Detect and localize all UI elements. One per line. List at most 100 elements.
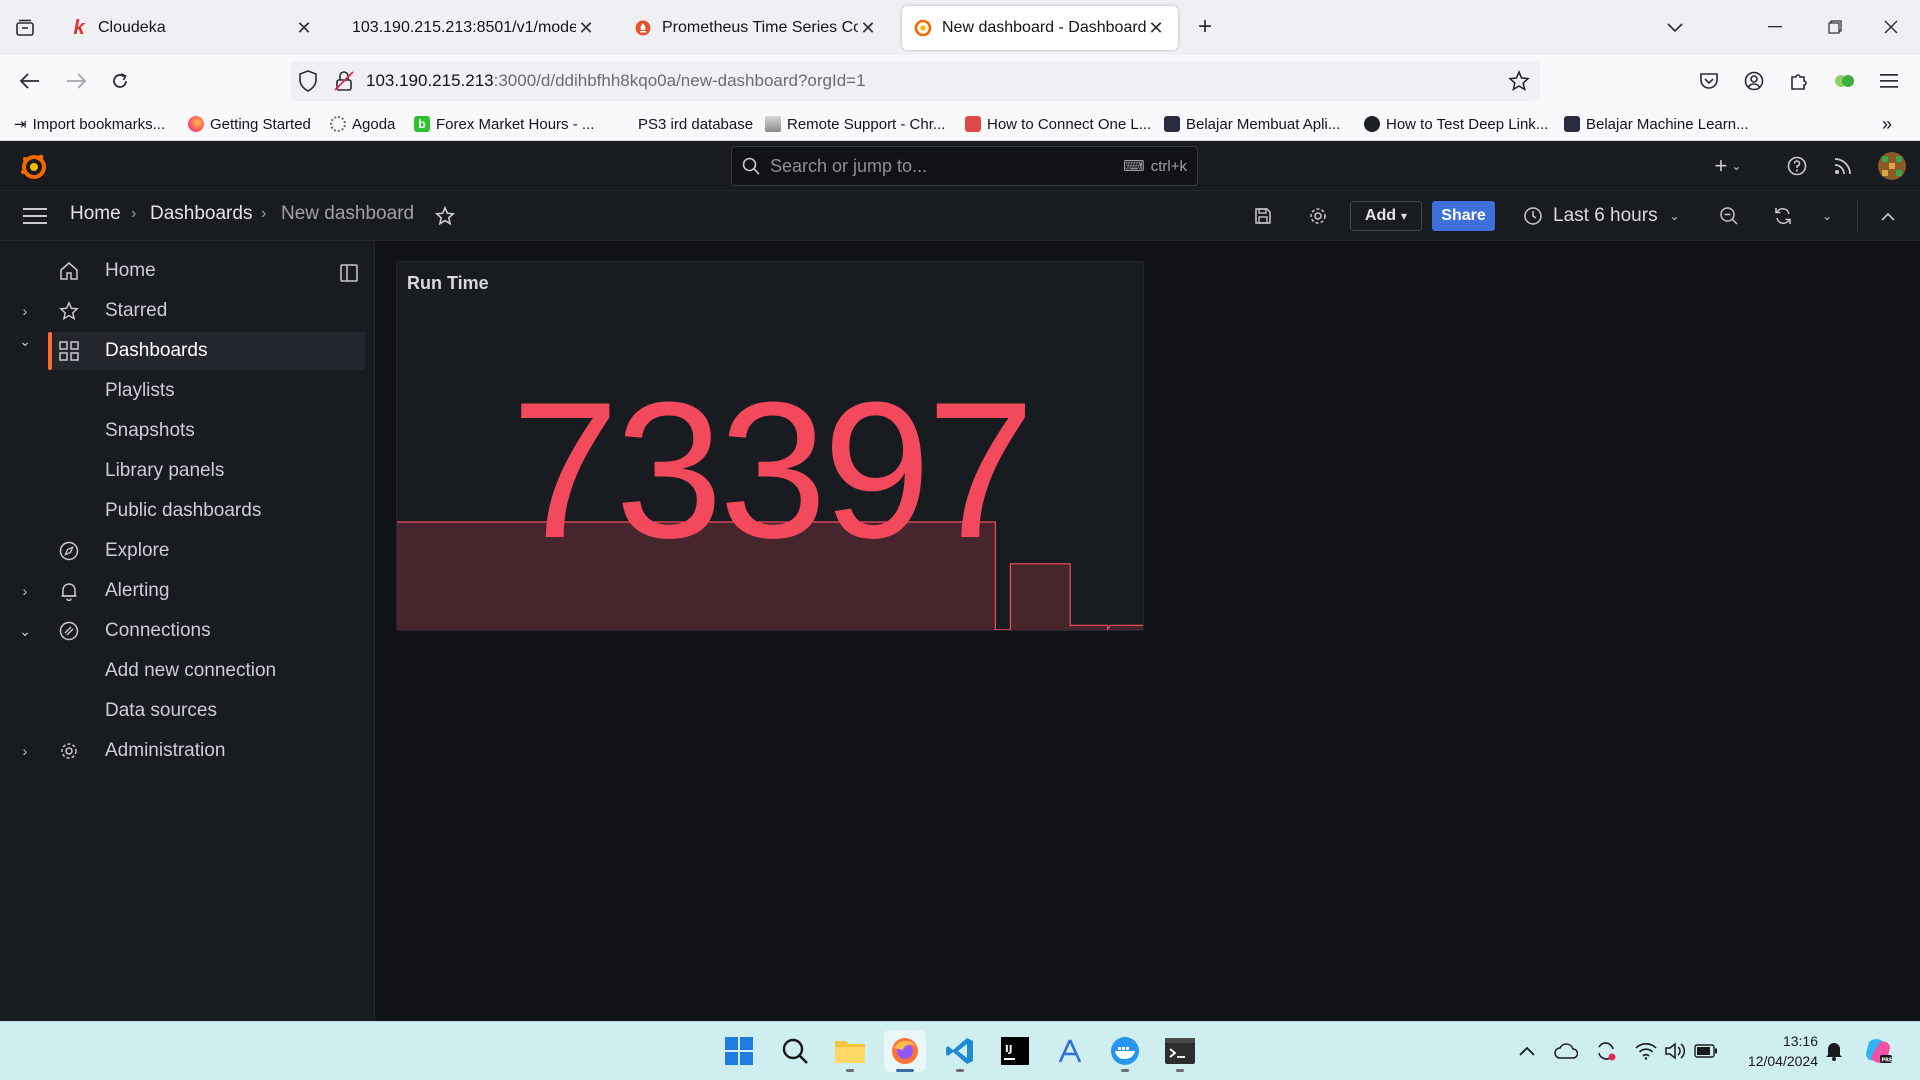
gear-icon [58, 740, 80, 762]
browser-tab-prometheus[interactable]: Prometheus Time Series Collect ✕ [622, 6, 890, 50]
bookmark-remote-support[interactable]: Remote Support - Chr... [765, 113, 945, 135]
windows-start-icon[interactable] [718, 1030, 760, 1072]
bookmark-import[interactable]: ⇥ Import bookmarks... [14, 113, 165, 135]
copilot-icon[interactable]: PRE [1858, 1030, 1898, 1072]
app-menu-icon[interactable] [1874, 66, 1904, 96]
insecure-lock-icon[interactable] [334, 70, 354, 97]
sidebar-item-connections[interactable]: ⌄ Connections [0, 612, 365, 650]
tracking-shield-icon[interactable] [298, 70, 318, 97]
onedrive-cloud-icon[interactable] [1546, 1030, 1586, 1072]
refresh-icon[interactable] [1770, 203, 1796, 229]
intellij-icon[interactable]: IJ [994, 1030, 1036, 1072]
close-icon[interactable]: ✕ [858, 18, 878, 39]
sidebar-item-library-panels[interactable]: Library panels [0, 452, 365, 490]
time-range-picker[interactable]: Last 6 hours ⌄ [1523, 203, 1693, 229]
bookmark-forex[interactable]: b Forex Market Hours - ... [414, 113, 594, 135]
sidebar-item-snapshots[interactable]: Snapshots [0, 412, 365, 450]
search-input[interactable]: Search or jump to... ⌨ ctrl+k [731, 146, 1198, 186]
help-icon[interactable] [1784, 153, 1810, 179]
new-tab-button[interactable]: + [1190, 12, 1220, 42]
sync-icon[interactable] [1586, 1030, 1626, 1072]
sidebar-item-label: Starred [105, 300, 168, 321]
vscode-icon[interactable] [939, 1030, 981, 1072]
docker-icon[interactable] [1104, 1030, 1146, 1072]
close-icon[interactable]: ✕ [576, 18, 596, 39]
zoom-out-icon[interactable] [1716, 203, 1742, 229]
show-hidden-icons-chevron-icon[interactable] [1506, 1030, 1548, 1072]
minimize-window-icon[interactable] [1760, 12, 1790, 42]
refresh-interval-chevron-icon[interactable]: ⌄ [1814, 203, 1840, 229]
tab-overview-icon[interactable] [10, 14, 40, 42]
close-window-icon[interactable] [1876, 12, 1906, 42]
notifications-bell-icon[interactable] [1816, 1030, 1852, 1072]
browser-tab-model[interactable]: 103.190.215.213:8501/v1/models/re ✕ [340, 6, 608, 50]
sidebar-item-add-new-connection[interactable]: Add new connection [0, 652, 365, 690]
sidebar-item-home[interactable]: Home [0, 252, 365, 290]
clock-time: 13:16 [1782, 1033, 1818, 1049]
grafana-logo-icon[interactable] [18, 151, 50, 183]
taskbar-clock[interactable]: 13:16 12/04/2024 [1738, 1031, 1818, 1071]
chevron-right-icon[interactable]: › [16, 583, 34, 599]
close-icon[interactable]: ✕ [1146, 18, 1166, 39]
list-all-tabs-icon[interactable] [1660, 14, 1690, 42]
bookmark-belajar-membuat[interactable]: Belajar Membuat Apli... [1164, 113, 1340, 135]
url-bar[interactable]: 103.190.215.213:3000/d/ddihbfhh8kqo0a/ne… [290, 61, 1540, 101]
chevron-down-icon[interactable]: ⌄ [16, 623, 34, 640]
sidebar-item-dashboards[interactable]: Dashboards [48, 332, 365, 370]
sidebar-item-data-sources[interactable]: Data sources [0, 692, 365, 730]
bookmark-label: Import bookmarks... [32, 115, 166, 133]
bookmark-belajar-ml[interactable]: Belajar Machine Learn... [1564, 113, 1749, 135]
bookmark-how-to-connect[interactable]: How to Connect One L... [965, 113, 1151, 135]
search-icon[interactable] [774, 1030, 816, 1072]
close-icon[interactable]: ✕ [294, 18, 314, 39]
dashboard-settings-gear-icon[interactable] [1305, 203, 1331, 229]
running-indicator [896, 1069, 914, 1072]
breadcrumb-home[interactable]: Home [70, 203, 121, 225]
breadcrumb-dashboards[interactable]: Dashboards [150, 203, 252, 225]
browser-tab-cloudeka[interactable]: k Cloudeka ✕ [58, 6, 326, 50]
bookmark-getting-started[interactable]: Getting Started [188, 113, 311, 135]
account-icon[interactable] [1739, 66, 1769, 96]
sidebar-item-explore[interactable]: Explore [0, 532, 365, 570]
sidebar-item-alerting[interactable]: › Alerting [0, 572, 365, 610]
collapse-chevron-up-icon[interactable] [1875, 203, 1901, 229]
browser-tab-grafana[interactable]: New dashboard - Dashboards - ✕ [902, 6, 1178, 50]
file-explorer-icon[interactable] [829, 1030, 871, 1072]
extensions-icon[interactable] [1784, 66, 1814, 96]
share-button[interactable]: Share [1432, 201, 1495, 231]
favorite-star-icon[interactable] [432, 203, 458, 229]
battery-icon[interactable] [1688, 1030, 1724, 1072]
sidebar-item-public-dashboards[interactable]: Public dashboards [0, 492, 365, 530]
back-arrow-icon[interactable] [14, 66, 46, 96]
news-feed-icon[interactable] [1830, 153, 1856, 179]
more-bookmarks-chevron-icon[interactable]: » [1882, 113, 1892, 135]
sidebar-item-starred[interactable]: › Starred [0, 292, 365, 330]
new-plus-icon[interactable]: + ⌄ [1706, 153, 1750, 179]
pocket-icon[interactable] [1694, 66, 1724, 96]
sidebar-item-playlists[interactable]: Playlists [0, 372, 365, 410]
app-store-icon[interactable] [1049, 1030, 1091, 1072]
search-icon [742, 157, 760, 175]
chevron-right-icon[interactable]: › [16, 303, 34, 319]
menu-hamburger-icon[interactable] [20, 203, 50, 229]
forward-arrow-icon[interactable] [60, 66, 92, 96]
add-button[interactable]: Add ▾ [1350, 201, 1422, 231]
stat-panel[interactable]: Run Time 73397 [396, 261, 1144, 631]
bookmark-star-icon[interactable] [1508, 69, 1530, 97]
save-dashboard-icon[interactable] [1250, 203, 1276, 229]
panel-title: Run Time [407, 273, 489, 293]
bookmark-deep-link[interactable]: How to Test Deep Link... [1364, 113, 1548, 135]
chevron-down-icon[interactable]: ⌄ [16, 333, 34, 350]
avatar[interactable] [1878, 152, 1906, 180]
bookmark-ps3[interactable]: PS3 ird database [638, 113, 753, 135]
firefox-icon[interactable] [884, 1030, 926, 1072]
restore-window-icon[interactable] [1820, 12, 1850, 42]
terminal-icon[interactable] [1159, 1030, 1201, 1072]
reload-icon[interactable] [104, 66, 136, 96]
sidebar-item-administration[interactable]: › Administration [0, 732, 365, 770]
chevron-right-icon[interactable]: › [16, 743, 34, 759]
bookmark-agoda[interactable]: Agoda [330, 113, 395, 135]
extension-badge-icon[interactable] [1829, 66, 1859, 96]
sidebar-item-label: Snapshots [105, 420, 195, 441]
svg-text:PRE: PRE [1882, 1058, 1894, 1064]
